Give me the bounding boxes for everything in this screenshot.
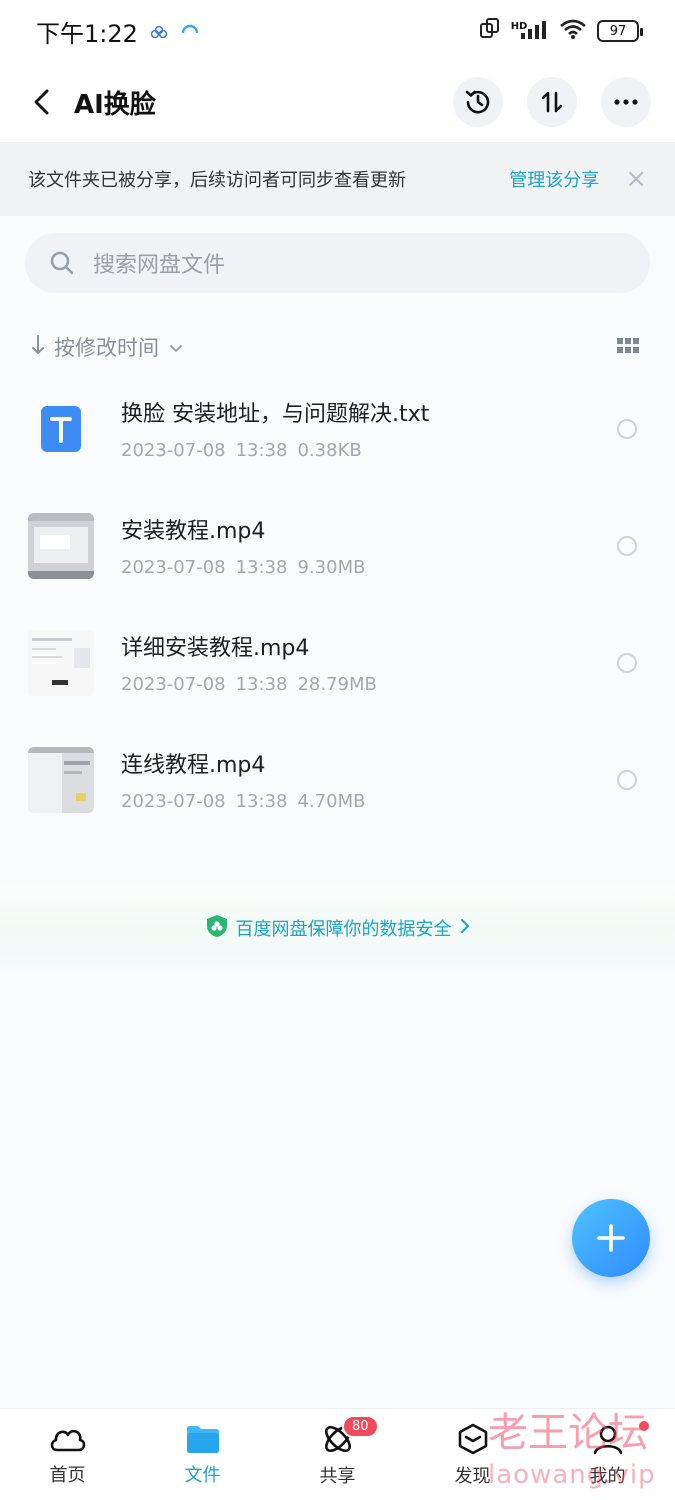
profile-icon xyxy=(593,1425,622,1454)
back-arrow-icon xyxy=(34,89,49,115)
nav-share[interactable]: 80 共享 xyxy=(270,1409,405,1500)
page-title: AI换脸 xyxy=(74,89,156,120)
video-thumbnail xyxy=(28,746,94,813)
nav-label: 共享 xyxy=(319,1465,356,1487)
text-file-icon xyxy=(28,396,94,462)
video-thumbnail xyxy=(28,512,94,579)
share-banner-text: 该文件夹已被分享，后续访问者可同步查看更新 xyxy=(28,170,406,191)
file-size: 4.70MB xyxy=(297,791,366,812)
back-button[interactable] xyxy=(24,84,60,120)
list-item[interactable]: 详细安装教程.mp4 2023-07-08 13:38 28.79MB xyxy=(0,604,675,721)
bottom-nav: 首页 文件 80 共享 发现 我的 xyxy=(0,1408,675,1500)
list-item[interactable]: 换脸 安装地址，与问题解决.txt 2023-07-08 13:38 0.38KB xyxy=(0,370,675,487)
more-icon xyxy=(614,99,638,105)
file-time: 13:38 xyxy=(235,440,288,461)
file-size: 9.30MB xyxy=(297,557,366,578)
plus-icon xyxy=(597,1224,625,1252)
nav-label: 我的 xyxy=(589,1465,626,1487)
select-checkbox[interactable] xyxy=(617,418,637,439)
file-time: 13:38 xyxy=(235,557,288,578)
wifi-icon xyxy=(559,17,587,45)
nav-label: 首页 xyxy=(49,1464,86,1486)
video-thumbnail xyxy=(28,629,94,696)
sort-down-arrow-icon xyxy=(30,334,46,361)
search-icon xyxy=(50,251,74,275)
security-text: 百度网盘保障你的数据安全 xyxy=(235,919,452,940)
search-input[interactable]: 搜索网盘文件 xyxy=(25,233,650,293)
share-banner: 该文件夹已被分享，后续访问者可同步查看更新 管理该分享 × xyxy=(0,142,675,216)
grid-view-icon[interactable] xyxy=(617,335,639,359)
file-size: 28.79MB xyxy=(297,674,377,695)
file-date: 2023-07-08 xyxy=(121,440,226,461)
battery-icon: 97 xyxy=(597,20,643,42)
history-button[interactable] xyxy=(453,77,503,127)
nav-files[interactable]: 文件 xyxy=(135,1409,270,1500)
list-item[interactable]: 连线教程.mp4 2023-07-08 13:38 4.70MB xyxy=(0,721,675,838)
sort-dropdown[interactable]: 按修改时间 xyxy=(54,332,159,362)
signal-icon: HD xyxy=(511,17,549,45)
manage-share-link[interactable]: 管理该分享 xyxy=(509,166,599,192)
discover-box-icon xyxy=(458,1423,487,1454)
shield-icon xyxy=(206,914,228,943)
hd-label: HD xyxy=(510,21,528,32)
file-list: 换脸 安装地址，与问题解决.txt 2023-07-08 13:38 0.38KB … xyxy=(0,370,675,838)
file-date: 2023-07-08 xyxy=(121,791,226,812)
nav-me[interactable]: 我的 xyxy=(540,1409,675,1500)
battery-level: 97 xyxy=(609,23,627,39)
transfer-button[interactable] xyxy=(527,77,577,127)
chevron-down-icon[interactable] xyxy=(169,335,183,359)
transfer-icon xyxy=(541,91,563,113)
file-time: 13:38 xyxy=(235,674,288,695)
security-notice[interactable]: 百度网盘保障你的数据安全 xyxy=(0,884,675,972)
status-bar: 下午1:22 HD 97 xyxy=(0,0,675,62)
nav-discover[interactable]: 发现 xyxy=(405,1409,540,1500)
screen-rotate-icon xyxy=(479,17,501,45)
home-cloud-icon xyxy=(50,1429,85,1451)
nav-label: 发现 xyxy=(454,1465,491,1487)
folder-icon xyxy=(186,1425,219,1453)
file-date: 2023-07-08 xyxy=(121,557,226,578)
more-button[interactable] xyxy=(601,77,651,127)
select-checkbox[interactable] xyxy=(617,769,637,790)
app-header: AI换脸 xyxy=(0,62,675,142)
file-date: 2023-07-08 xyxy=(121,674,226,695)
file-name: 换脸 安装地址，与问题解决.txt xyxy=(121,402,430,427)
select-checkbox[interactable] xyxy=(617,652,637,673)
sort-row: 按修改时间 xyxy=(0,325,675,369)
cloud-status-icon xyxy=(150,17,168,45)
file-time: 13:38 xyxy=(235,791,288,812)
file-name: 详细安装教程.mp4 xyxy=(121,636,310,661)
list-item[interactable]: 安装教程.mp4 2023-07-08 13:38 9.30MB xyxy=(0,487,675,604)
nav-label: 文件 xyxy=(184,1464,221,1486)
select-checkbox[interactable] xyxy=(617,535,637,556)
notification-dot xyxy=(639,1421,649,1431)
chevron-right-icon xyxy=(460,918,470,939)
notification-badge: 80 xyxy=(342,1415,379,1438)
add-button[interactable] xyxy=(572,1199,650,1277)
file-name: 连线教程.mp4 xyxy=(121,753,266,778)
file-size: 0.38KB xyxy=(297,440,362,461)
nav-home[interactable]: 首页 xyxy=(0,1409,135,1500)
close-icon[interactable]: × xyxy=(625,166,647,192)
search-placeholder: 搜索网盘文件 xyxy=(93,253,226,278)
status-time: 下午1:22 xyxy=(36,19,138,48)
sync-status-icon xyxy=(180,17,200,45)
file-name: 安装教程.mp4 xyxy=(121,519,266,544)
history-icon xyxy=(465,90,490,114)
